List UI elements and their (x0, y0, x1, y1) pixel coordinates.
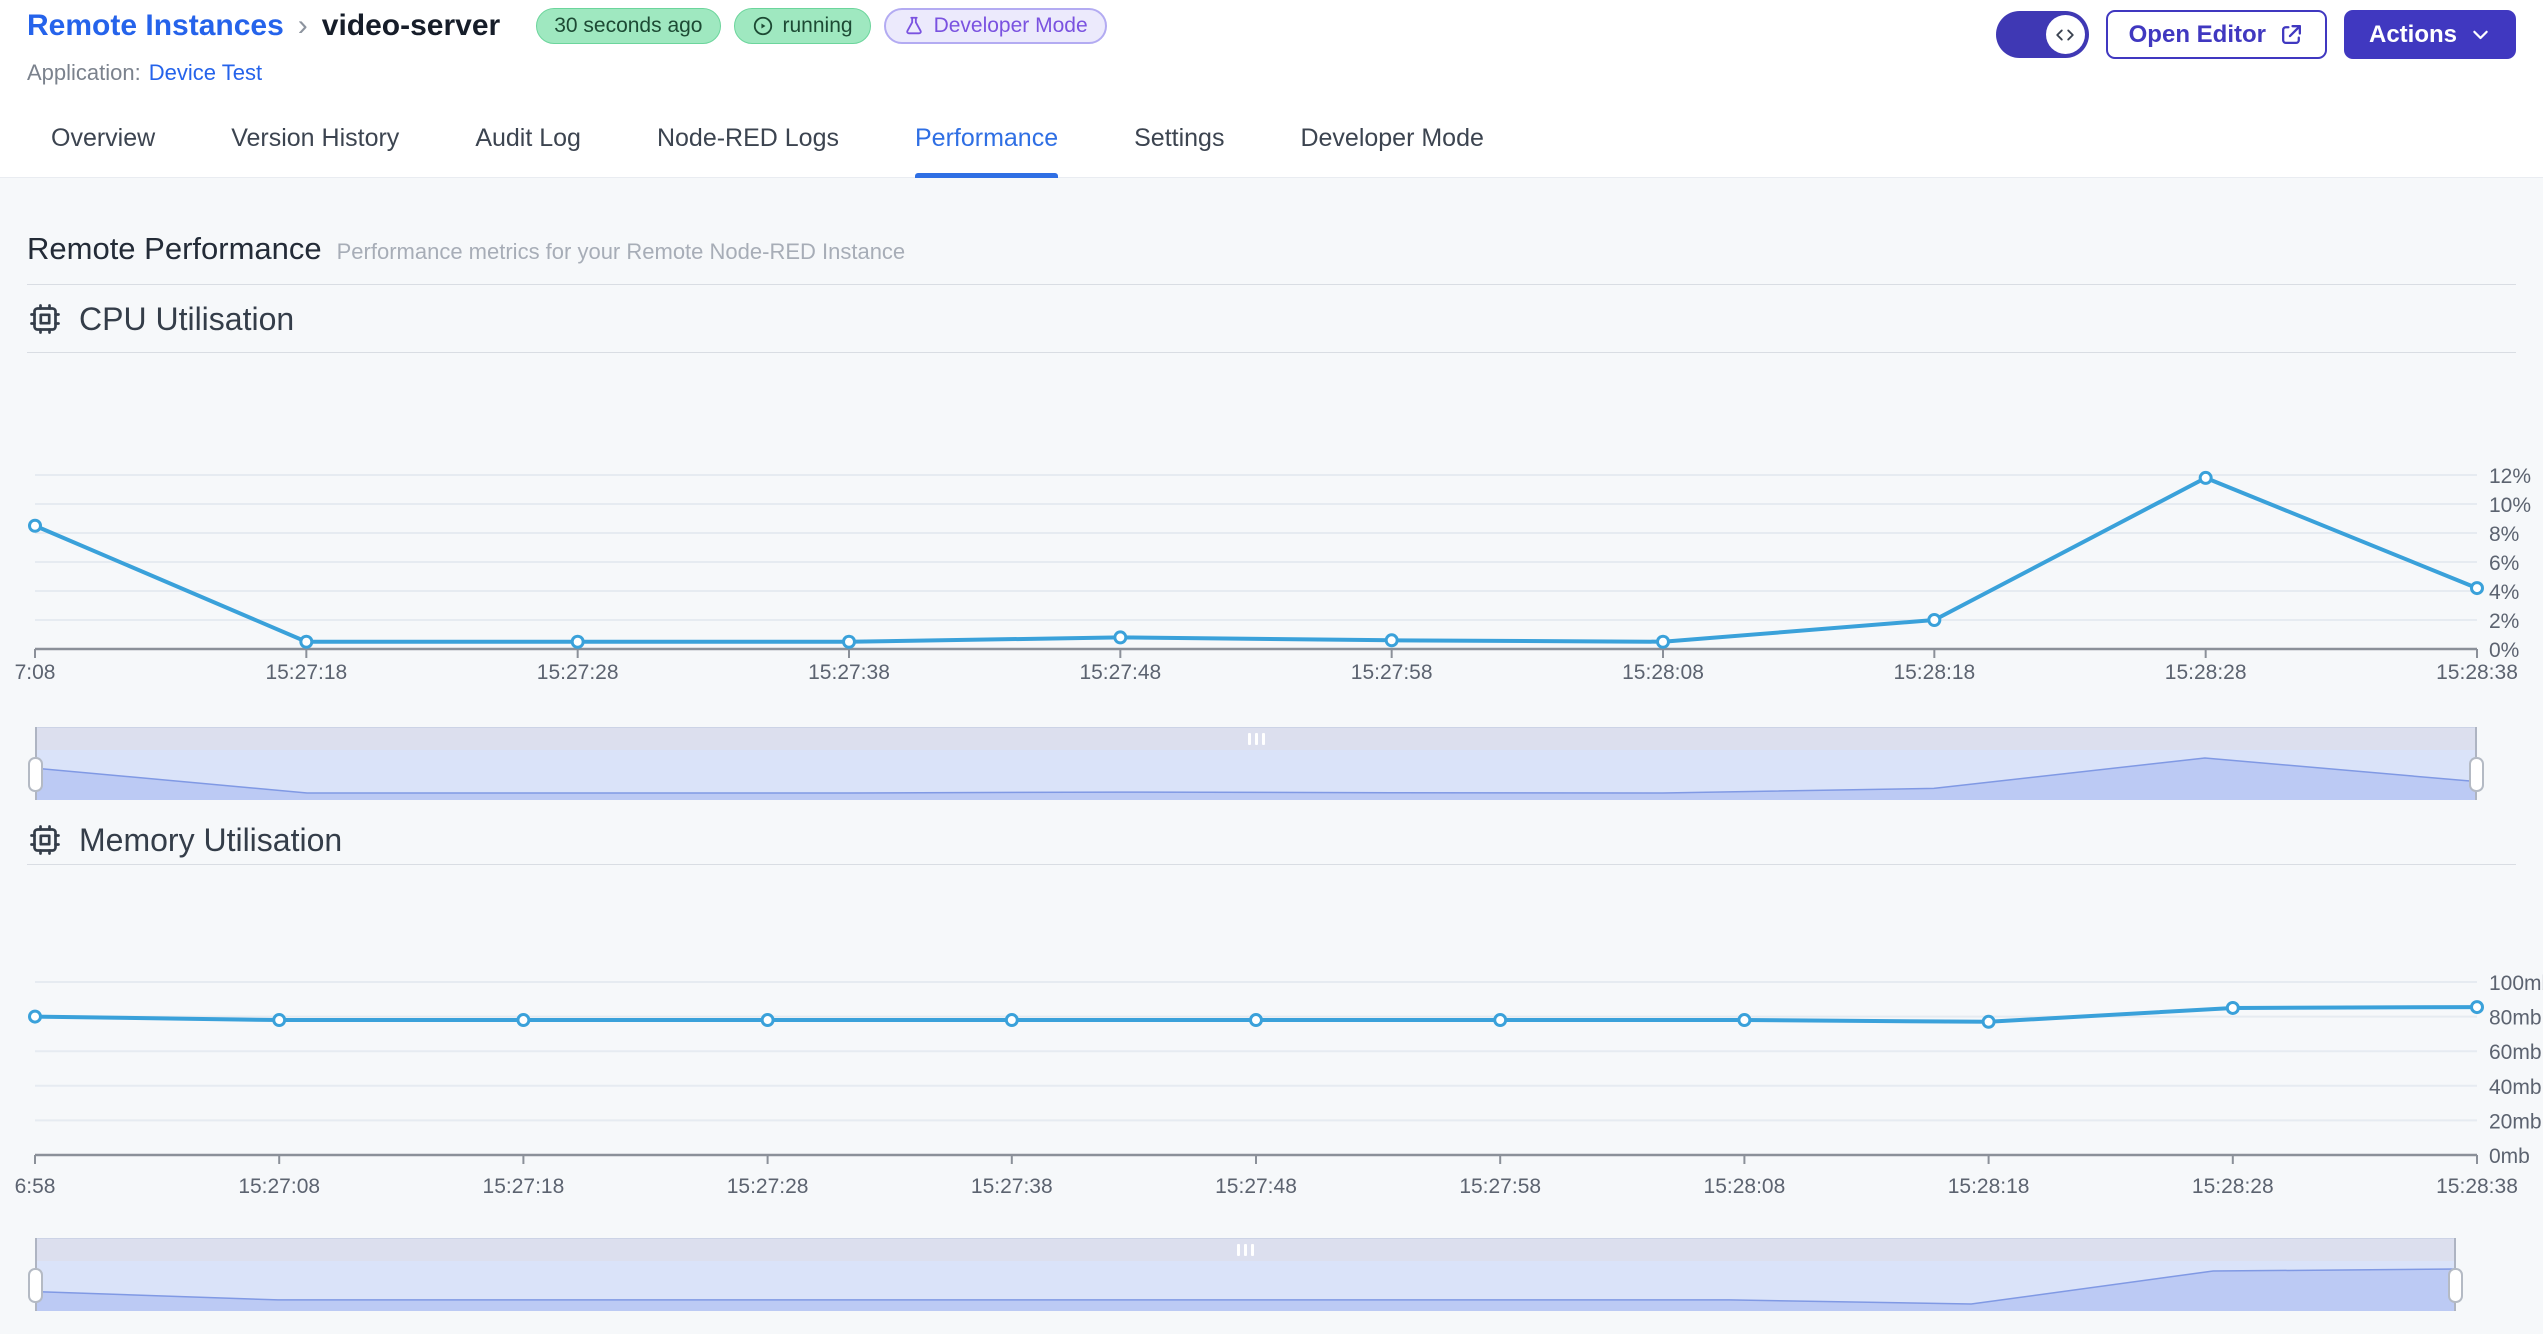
divider (27, 864, 2516, 865)
tab-audit-log[interactable]: Audit Log (475, 100, 581, 177)
main-content: Remote Performance Performance metrics f… (0, 178, 2543, 1334)
svg-text:0mb: 0mb (2489, 1145, 2530, 1168)
svg-text:15:27:58: 15:27:58 (1351, 661, 1433, 684)
svg-text:15:27:38: 15:27:38 (971, 1175, 1053, 1198)
application-label: Application: (27, 60, 141, 85)
svg-text:15:28:28: 15:28:28 (2192, 1175, 2274, 1198)
brush-handle-right[interactable] (2448, 1268, 2463, 1303)
svg-text:7:08: 7:08 (15, 661, 56, 684)
brush-grip-icon[interactable] (1237, 1244, 1254, 1256)
open-editor-button[interactable]: Open Editor (2105, 10, 2327, 59)
page-header: Remote Instances › video-server 30 secon… (0, 0, 2543, 100)
cpu-section-header: CPU Utilisation (27, 301, 2516, 337)
page-head: Remote Performance Performance metrics f… (27, 230, 2516, 268)
svg-text:4%: 4% (2489, 581, 2519, 604)
brush-drag-bar[interactable] (36, 1239, 2455, 1261)
svg-text:15:28:28: 15:28:28 (2165, 661, 2247, 684)
memory-chart-zoom-brush[interactable] (28, 1238, 2463, 1311)
divider (27, 352, 2516, 353)
svg-text:15:28:38: 15:28:38 (2436, 661, 2518, 684)
svg-text:15:27:58: 15:27:58 (1459, 1175, 1541, 1198)
breadcrumb-current-instance: video-server (321, 9, 501, 42)
svg-text:15:28:38: 15:28:38 (2436, 1175, 2518, 1198)
beaker-icon (905, 16, 922, 35)
svg-text:100mb: 100mb (2489, 972, 2543, 995)
memory-section-title: Memory Utilisation (79, 821, 343, 858)
open-editor-label: Open Editor (2128, 20, 2266, 48)
last-seen-label: 30 seconds ago (554, 14, 703, 37)
app-root: Remote Instances › video-server 30 secon… (0, 0, 2543, 1334)
svg-text:0%: 0% (2489, 639, 2519, 662)
breadcrumb: Remote Instances › video-server 30 secon… (27, 8, 1107, 44)
page-subtitle: Performance metrics for your Remote Node… (336, 239, 906, 264)
application-line: Application: Device Test (27, 60, 262, 86)
cpu-chip-icon (30, 304, 60, 334)
svg-text:12%: 12% (2489, 465, 2531, 488)
divider (27, 284, 2516, 285)
svg-text:8%: 8% (2489, 523, 2519, 546)
cpu-chart-zoom-brush[interactable] (28, 727, 2484, 800)
developer-mode-label: Developer Mode (933, 14, 1088, 37)
memory-section-header: Memory Utilisation (27, 822, 2516, 858)
developer-mode-toggle[interactable] (1995, 11, 2089, 58)
developer-mode-badge: Developer Mode (883, 8, 1107, 44)
memory-brush-minimap (36, 1268, 2455, 1311)
actions-label: Actions (2368, 20, 2457, 48)
header-actions: Open Editor Actions (1995, 10, 2516, 59)
svg-text:15:27:08: 15:27:08 (238, 1175, 320, 1198)
svg-text:15:27:18: 15:27:18 (483, 1175, 565, 1198)
brush-drag-bar[interactable] (36, 728, 2476, 750)
svg-text:15:27:28: 15:27:28 (727, 1175, 809, 1198)
running-status-badge: running (733, 8, 871, 44)
external-link-icon (2282, 25, 2301, 44)
brush-handle-left[interactable] (28, 1268, 43, 1303)
play-circle-icon (753, 16, 772, 36)
breadcrumb-link-remote-instances[interactable]: Remote Instances (27, 9, 284, 43)
svg-text:15:28:18: 15:28:18 (1948, 1175, 2030, 1198)
memory-chip-icon (30, 825, 60, 855)
svg-text:40mb: 40mb (2489, 1076, 2542, 1099)
tab-settings[interactable]: Settings (1134, 100, 1224, 177)
svg-text:60mb: 60mb (2489, 1041, 2542, 1064)
svg-text:2%: 2% (2489, 610, 2519, 633)
svg-text:15:27:38: 15:27:38 (808, 661, 890, 684)
svg-text:10%: 10% (2489, 494, 2531, 517)
svg-text:6%: 6% (2489, 552, 2519, 575)
cpu-utilisation-chart: 0% 2% 4% 6% 8% 10% 12% 7:08 15:27:18 15:27:28 15:2… (15, 465, 2531, 684)
actions-button[interactable]: Actions (2343, 10, 2516, 59)
tab-developer-mode[interactable]: Developer Mode (1300, 100, 1483, 177)
tab-bar: Overview Version History Audit Log Node-… (0, 100, 2543, 178)
svg-text:20mb: 20mb (2489, 1110, 2542, 1133)
cpu-section-title: CPU Utilisation (79, 300, 295, 337)
tab-performance[interactable]: Performance (914, 100, 1059, 178)
last-seen-badge: 30 seconds ago (536, 8, 721, 44)
code-icon (2056, 28, 2074, 40)
status-badges: 30 seconds ago running Developer Mode (536, 8, 1107, 44)
cpu-brush-minimap (36, 757, 2476, 800)
memory-utilisation-chart: 0mb 20mb 40mb 60mb 80mb 100mb 6:58 15:27:08 15:2… (15, 972, 2543, 1198)
brush-grip-icon[interactable] (1247, 733, 1265, 745)
svg-text:15:27:28: 15:27:28 (537, 661, 619, 684)
svg-text:80mb: 80mb (2489, 1007, 2542, 1030)
running-status-label: running (782, 14, 853, 37)
svg-text:15:28:08: 15:28:08 (1704, 1175, 1786, 1198)
tab-node-red-logs[interactable]: Node-RED Logs (657, 100, 839, 177)
svg-text:15:27:48: 15:27:48 (1215, 1175, 1297, 1198)
brush-handle-left[interactable] (28, 757, 43, 792)
brush-handle-right[interactable] (2469, 757, 2484, 792)
application-link[interactable]: Device Test (149, 60, 262, 85)
breadcrumb-separator: › (297, 9, 308, 42)
tab-version-history[interactable]: Version History (231, 100, 399, 177)
page-title: Remote Performance (27, 231, 322, 266)
tab-overview[interactable]: Overview (51, 100, 155, 177)
svg-text:15:27:48: 15:27:48 (1079, 661, 1161, 684)
svg-text:15:28:18: 15:28:18 (1893, 661, 1975, 684)
chevron-down-icon (2473, 30, 2488, 40)
toggle-knob[interactable] (2045, 15, 2085, 54)
svg-text:15:28:08: 15:28:08 (1622, 661, 1704, 684)
svg-text:15:27:18: 15:27:18 (265, 661, 347, 684)
svg-text:6:58: 6:58 (15, 1175, 56, 1198)
